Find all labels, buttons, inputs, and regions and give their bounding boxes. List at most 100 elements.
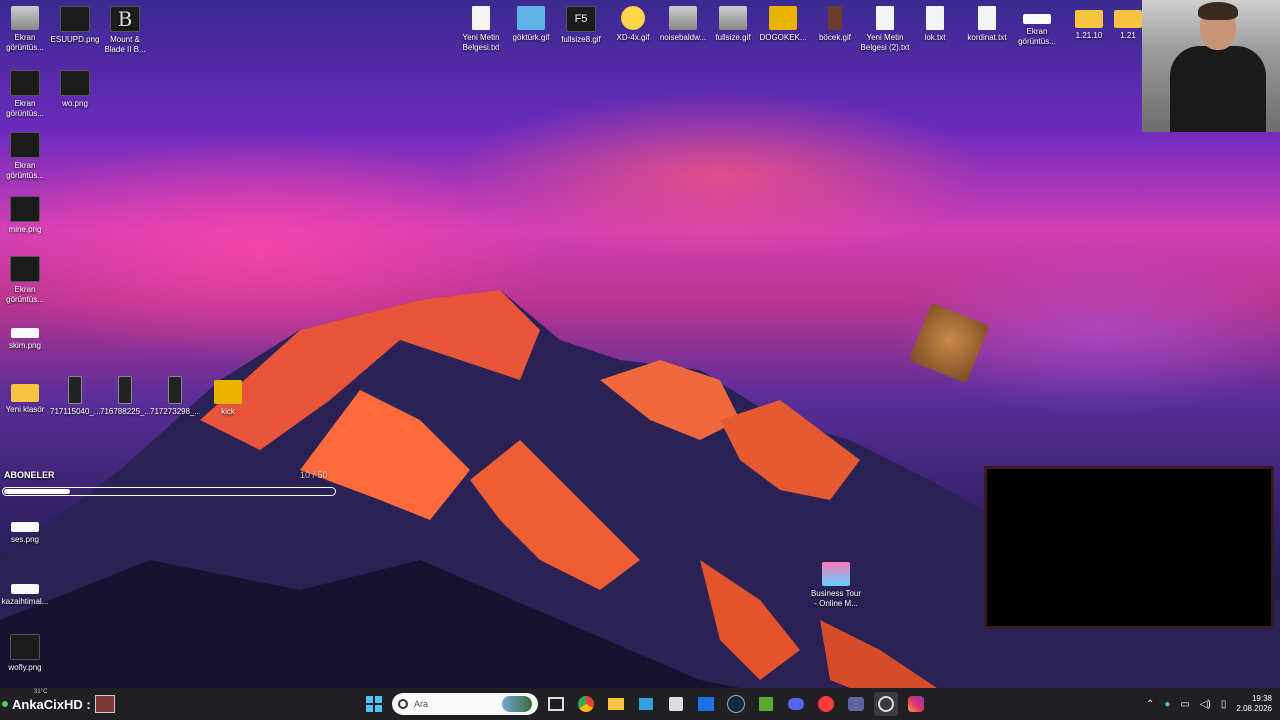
game-shortcut-icon: B [110, 6, 140, 32]
desktop-icon[interactable]: Yeni Metin Belgesi (2).txt [860, 6, 910, 53]
desktop-icon[interactable]: kick [203, 380, 253, 417]
image-file-icon [10, 132, 40, 158]
online-status-icon [2, 701, 8, 707]
clock-date: 2.08.2026 [1236, 704, 1272, 713]
monitor-icon [639, 698, 653, 710]
desktop-icon[interactable]: 716788225_... [100, 376, 150, 417]
streamer-name: AnkaCixHD : [12, 696, 91, 712]
obs-app-button[interactable] [874, 692, 898, 716]
task-view-button[interactable] [544, 692, 568, 716]
battery-icon[interactable]: ▯ [1221, 699, 1227, 710]
desktop-icon[interactable]: kazaihtimal... [0, 576, 50, 607]
desktop-icon[interactable]: fullsize.gif [708, 6, 758, 43]
windows-logo-icon [366, 696, 382, 712]
desktop-icon[interactable]: B Mount & Blade II B... [100, 6, 150, 55]
subscriber-goal-label: ABONELER [4, 470, 55, 480]
outlook-app-button[interactable] [694, 692, 718, 716]
webcam-person-body [1170, 46, 1266, 132]
laughing-emoji-icon [621, 6, 645, 30]
volume-icon[interactable]: ◁) [1200, 699, 1211, 710]
microphone-icon[interactable]: ● [1164, 699, 1170, 710]
search-highlight-image [502, 696, 532, 712]
start-button[interactable] [362, 692, 386, 716]
desktop-icon-business-tour[interactable]: Business Tour - Online M... [810, 562, 862, 609]
desktop-icon[interactable]: Ekran görüntüs... [1012, 6, 1062, 47]
steam-app-button[interactable] [724, 692, 748, 716]
image-file-icon [11, 6, 39, 30]
network-icon[interactable]: ▭ [1180, 699, 1189, 710]
desktop-icon[interactable]: ESUUPD.png [50, 6, 100, 45]
desktop-icon[interactable]: wo.png [50, 70, 100, 109]
teams-icon [848, 697, 864, 711]
desktop-icon[interactable]: 1.21.10 [1064, 6, 1114, 41]
folder-icon [1075, 10, 1103, 28]
subscriber-goal-bar [2, 487, 336, 496]
chevron-up-icon[interactable]: ⌃ [1146, 699, 1154, 710]
desktop-icon[interactable]: Ekran görüntüs... [0, 256, 50, 305]
taskbar-search-box[interactable]: Ara [392, 693, 538, 715]
desktop-icon[interactable]: wofly.png [0, 634, 50, 673]
avatar [94, 695, 115, 713]
desktop-icon[interactable]: noisebaldw... [658, 6, 708, 43]
image-file-icon [11, 328, 39, 338]
desktop-icon[interactable]: ses.png [0, 514, 50, 545]
discord-icon [788, 698, 804, 710]
subscriber-goal-fill [4, 489, 70, 494]
instagram-icon [908, 696, 924, 712]
image-file-icon [10, 196, 40, 222]
text-file-icon [876, 6, 894, 30]
desktop-icon[interactable]: Ekran görüntüs... [0, 70, 50, 119]
webcam-person-hair [1198, 2, 1238, 20]
image-file-icon [10, 70, 40, 96]
desktop-icon[interactable]: lok.txt [910, 6, 960, 43]
folder-icon [608, 698, 624, 710]
desktop-icon[interactable]: Yeni klasör [0, 380, 50, 415]
text-file-icon [926, 6, 944, 30]
app-button-1[interactable] [634, 692, 658, 716]
desktop-icon[interactable]: skim.png [0, 320, 50, 351]
teams-app-button[interactable] [844, 692, 868, 716]
media-app-button[interactable] [814, 692, 838, 716]
obs-icon [878, 696, 894, 712]
minecraft-icon [759, 697, 773, 711]
desktop-icon[interactable]: Yeni Metin Belgesi.txt [456, 6, 506, 53]
taskbar-center-area: Ara [362, 688, 928, 720]
desktop-icon[interactable]: 717115040_... [50, 376, 100, 417]
desktop-icon[interactable]: Ekran görüntüs... [0, 132, 50, 181]
clock-time: 19:38 [1251, 694, 1272, 703]
desktop-icon[interactable]: DOGOKEK... [758, 6, 808, 43]
desktop-icon[interactable]: 717273298_... [150, 376, 200, 417]
text-file-icon [978, 6, 996, 30]
image-file-icon [11, 584, 39, 594]
game-shortcut-icon [822, 562, 850, 586]
clock[interactable]: 19:38 2.08.2026 [1236, 694, 1272, 714]
gif-file-icon: F5 [566, 6, 596, 32]
chrome-icon [578, 696, 594, 712]
task-view-icon [548, 697, 564, 711]
minecraft-app-button[interactable] [754, 692, 778, 716]
store-app-button[interactable] [664, 692, 688, 716]
search-icon [398, 699, 408, 709]
chrome-app-button[interactable] [574, 692, 598, 716]
desktop-icon[interactable]: XD-4x.gif [608, 6, 658, 43]
desktop-icon[interactable]: kordinat.txt [962, 6, 1012, 43]
weather-temperature: 31°C [34, 689, 48, 695]
desktop-icon[interactable]: F5 fullsize8.gif [556, 6, 606, 45]
app-shortcut-icon [214, 380, 242, 404]
discord-app-button[interactable] [784, 692, 808, 716]
image-file-icon [60, 70, 90, 96]
desktop-icon[interactable]: Ekran görüntüs... [0, 6, 50, 53]
gif-file-icon [828, 6, 842, 30]
store-icon [669, 697, 683, 711]
desktop-icon[interactable]: 1.21 [1114, 6, 1142, 41]
desktop-icon[interactable]: böcek.gif [810, 6, 860, 43]
stream-overlay-box [984, 466, 1274, 629]
desktop-icon[interactable]: göktürk.gif [506, 6, 556, 43]
file-explorer-button[interactable] [604, 692, 628, 716]
text-file-icon [472, 6, 490, 30]
instagram-app-button[interactable] [904, 692, 928, 716]
desktop-icon[interactable]: mine.png [0, 196, 50, 235]
folder-icon [11, 384, 39, 402]
search-placeholder: Ara [414, 699, 429, 709]
image-file-icon [10, 256, 40, 282]
